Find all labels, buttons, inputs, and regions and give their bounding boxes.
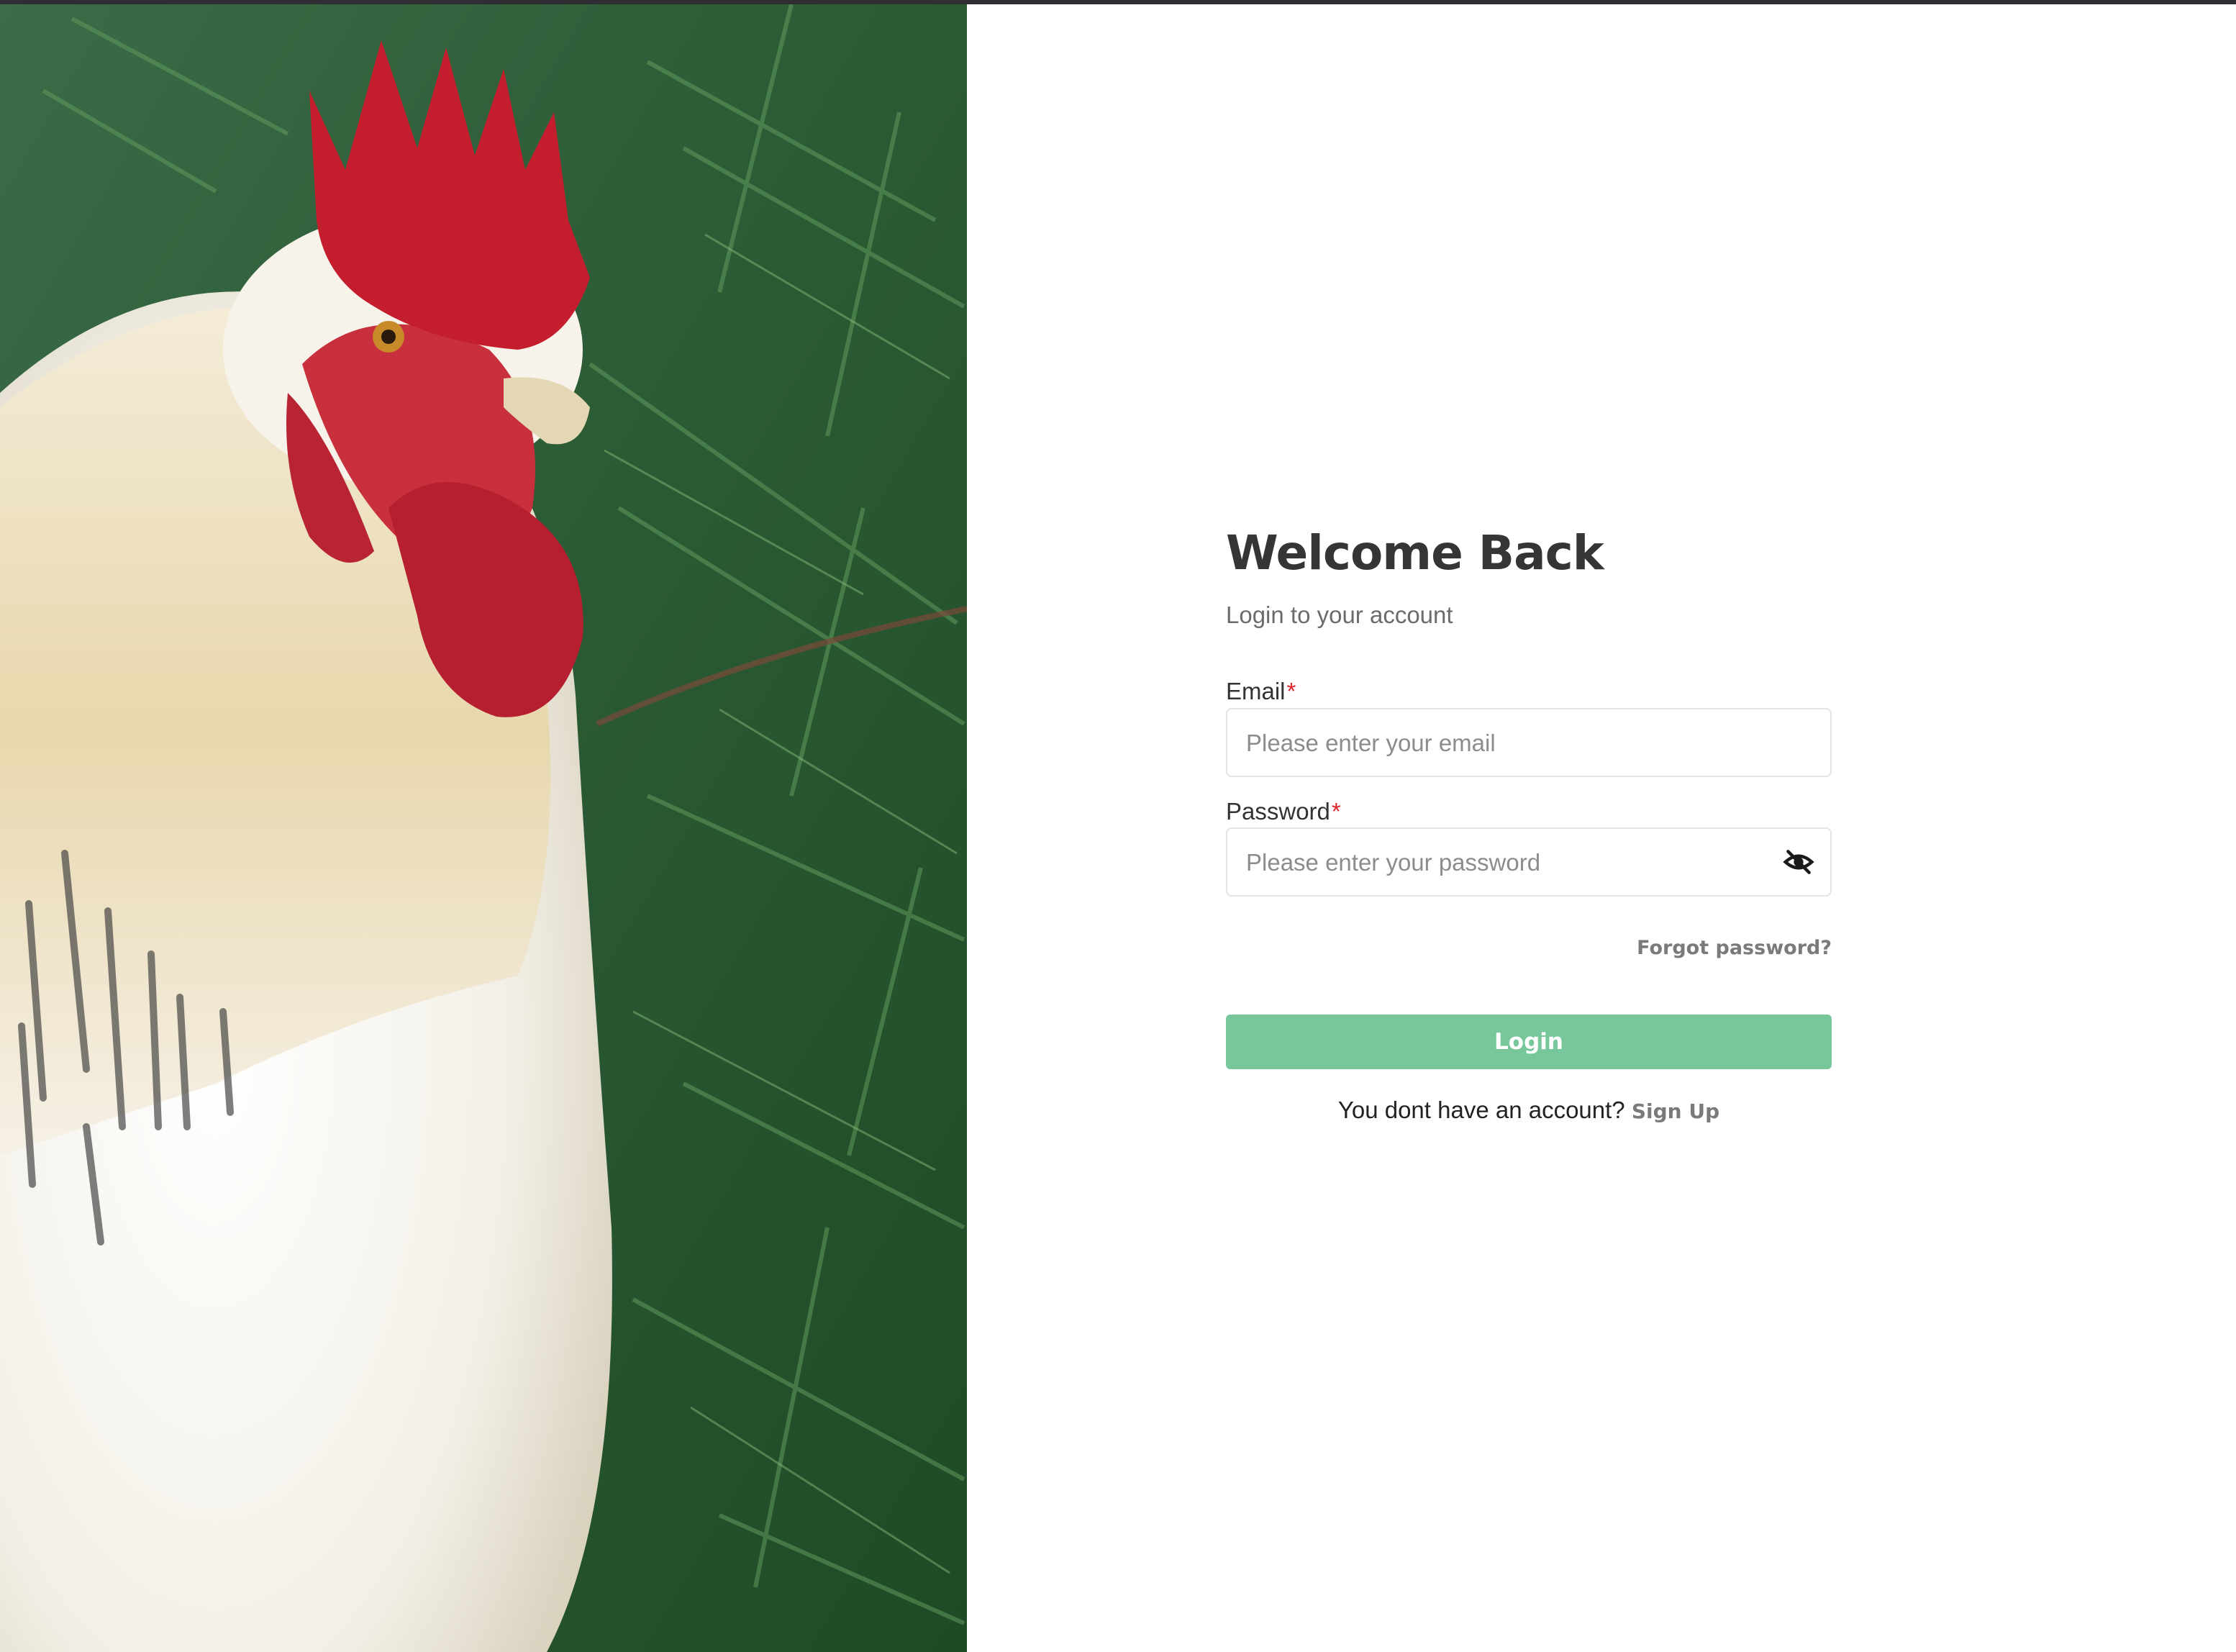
email-label: Email* — [1226, 678, 1296, 705]
rooster-photo — [0, 4, 967, 1652]
page-subtitle: Login to your account — [1226, 602, 1453, 628]
email-field-wrapper — [1226, 708, 1832, 777]
password-field[interactable] — [1245, 829, 1780, 897]
signup-prompt: You dont have an account? — [1337, 1097, 1625, 1123]
login-page: Welcome Back Login to your account Email… — [0, 0, 2236, 1652]
required-marker: * — [1331, 798, 1341, 825]
login-button[interactable]: Login — [1226, 1015, 1832, 1069]
page-title: Welcome Back — [1226, 525, 1604, 581]
signup-link[interactable]: Sign Up — [1632, 1099, 1719, 1123]
login-panel: Welcome Back Login to your account Email… — [967, 4, 2236, 1652]
email-label-text: Email — [1226, 678, 1286, 704]
signup-row: You dont have an account? Sign Up — [1226, 1097, 1832, 1124]
password-label: Password* — [1226, 798, 1341, 825]
email-field[interactable] — [1245, 709, 1780, 777]
hero-image — [0, 4, 967, 1652]
required-marker: * — [1286, 678, 1296, 704]
forgot-password-link[interactable]: Forgot password? — [1637, 937, 1832, 959]
eye-slash-icon[interactable] — [1783, 846, 1814, 878]
password-label-text: Password — [1226, 798, 1330, 825]
password-field-wrapper — [1226, 827, 1832, 897]
